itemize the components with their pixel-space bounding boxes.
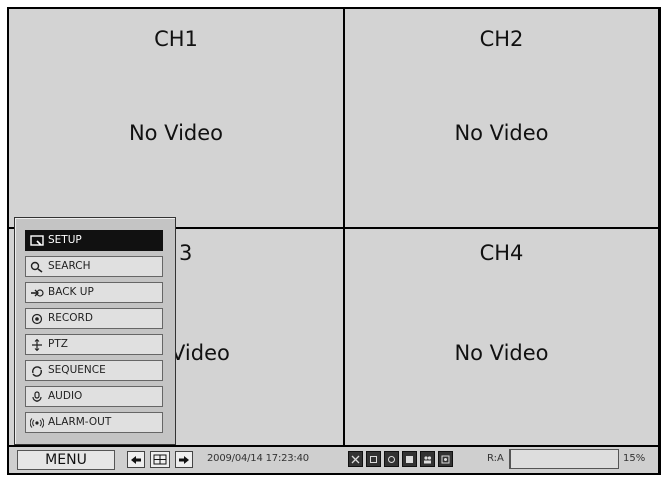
menu-item-backup[interactable]: BACK UP xyxy=(25,282,163,303)
record-status-icon xyxy=(351,455,360,463)
hdd-status-icon xyxy=(441,455,450,463)
no-video-label: No Video xyxy=(454,341,549,365)
menu-item-label: ALARM-OUT xyxy=(48,416,112,428)
status-icon-6 xyxy=(438,451,453,467)
menu-item-label: BACK UP xyxy=(48,286,94,298)
menu-item-sequence[interactable]: SEQUENCE xyxy=(25,360,163,381)
recording-mode-label: R:A xyxy=(487,453,504,464)
disk-usage-percent: 15% xyxy=(623,453,646,464)
menu-item-setup[interactable]: SETUP xyxy=(25,230,163,251)
menu-item-ptz[interactable]: PTZ xyxy=(25,334,163,355)
status-icon-4 xyxy=(402,451,417,467)
menu-item-search[interactable]: SEARCH xyxy=(25,256,163,277)
channel-title: CH4 xyxy=(479,241,524,265)
setup-icon xyxy=(30,234,44,247)
menu-button[interactable]: MENU xyxy=(17,450,115,470)
date-time-display: 2009/04/14 17:23:40 xyxy=(207,453,309,464)
record-icon xyxy=(30,313,44,325)
search-icon xyxy=(30,261,44,273)
status-icon-1 xyxy=(348,451,363,467)
menu-item-label: AUDIO xyxy=(48,390,83,402)
main-menu-popup: SETUP SEARCH BACK UP RECORD PTZ SEQUENCE… xyxy=(14,217,176,445)
channel-title: CH2 xyxy=(479,27,524,51)
network-status-icon xyxy=(406,455,413,463)
audio-icon xyxy=(30,390,44,403)
status-icon-3 xyxy=(384,451,399,467)
menu-item-label: RECORD xyxy=(48,312,93,324)
channel-1-view[interactable]: CH1 No Video xyxy=(9,9,343,227)
no-video-label: No Video xyxy=(128,121,224,145)
sensor-status-icon xyxy=(388,455,395,463)
channel-4-view[interactable]: CH4 No Video xyxy=(345,229,658,445)
users-status-icon xyxy=(424,455,432,463)
arrow-left-icon xyxy=(131,455,141,464)
disk-usage-bar xyxy=(509,449,619,469)
next-arrow-button[interactable] xyxy=(175,451,193,468)
arrow-right-icon xyxy=(179,455,189,464)
sequence-icon xyxy=(30,365,44,377)
channel-title: CH1 xyxy=(154,27,198,51)
menu-item-label: SETUP xyxy=(48,234,82,246)
menu-item-label: SEARCH xyxy=(48,260,91,272)
prev-arrow-button[interactable] xyxy=(127,451,145,468)
channel-title: 3 xyxy=(179,241,193,265)
backup-icon xyxy=(30,287,44,299)
disk-usage-fill xyxy=(510,450,512,468)
motion-status-icon xyxy=(370,455,377,463)
menu-item-label: SEQUENCE xyxy=(48,364,106,376)
menu-item-record[interactable]: RECORD xyxy=(25,308,163,329)
no-video-label: Video xyxy=(171,341,230,365)
menu-item-label: PTZ xyxy=(48,338,68,350)
no-video-label: No Video xyxy=(454,121,549,145)
dvr-screen: CH1 No Video CH2 No Video 3 Video CH4 No… xyxy=(7,7,661,475)
channel-2-view[interactable]: CH2 No Video xyxy=(345,9,658,227)
alarm-out-icon xyxy=(30,417,44,429)
menu-item-alarm-out[interactable]: ALARM-OUT xyxy=(25,412,163,433)
status-bar: MENU 2009/04/14 17:23:40 R:A 15% xyxy=(9,447,658,473)
ptz-icon xyxy=(30,338,44,351)
grid-icon xyxy=(153,454,167,465)
status-icon-5 xyxy=(420,451,435,467)
menu-item-audio[interactable]: AUDIO xyxy=(25,386,163,407)
split-screen-button[interactable] xyxy=(150,451,170,468)
status-icon-2 xyxy=(366,451,381,467)
